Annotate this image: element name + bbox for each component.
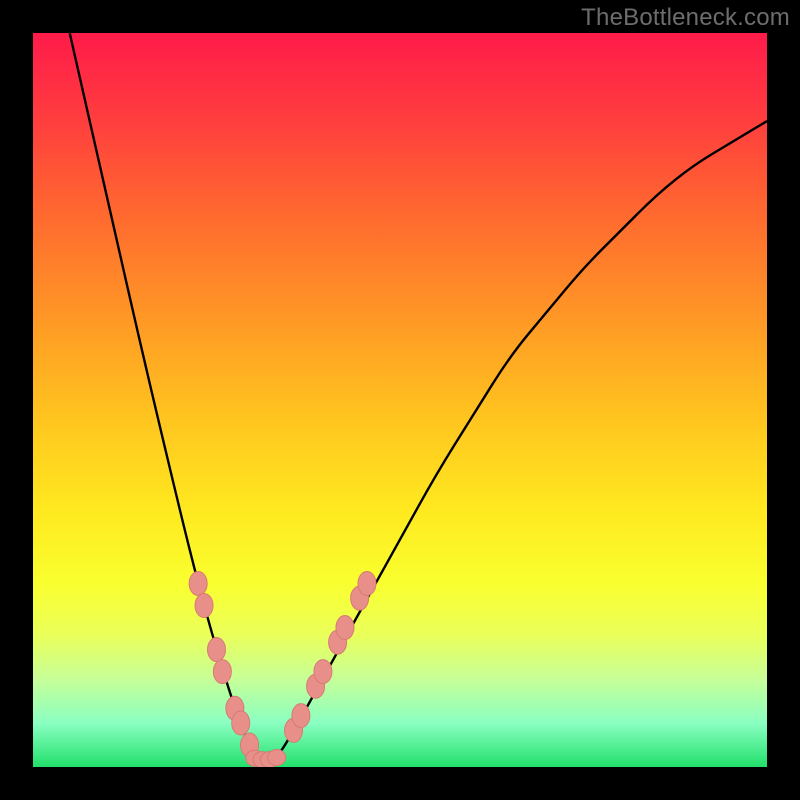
marker-dot [314, 660, 332, 684]
markers-bottom-group [246, 749, 286, 767]
marker-dot [292, 704, 310, 728]
marker-dot [195, 594, 213, 618]
bottleneck-curve [70, 33, 767, 760]
chart-frame: TheBottleneck.com [0, 0, 800, 800]
marker-dot [358, 572, 376, 596]
marker-dot [189, 572, 207, 596]
chart-svg [33, 33, 767, 767]
marker-dot [232, 711, 250, 735]
markers-left-group [189, 572, 258, 757]
plot-area [33, 33, 767, 767]
marker-dot [336, 616, 354, 640]
markers-right-group [285, 572, 376, 743]
watermark-text: TheBottleneck.com [581, 4, 790, 32]
marker-dot [213, 660, 231, 684]
marker-dot [208, 638, 226, 662]
marker-dot [268, 749, 286, 765]
